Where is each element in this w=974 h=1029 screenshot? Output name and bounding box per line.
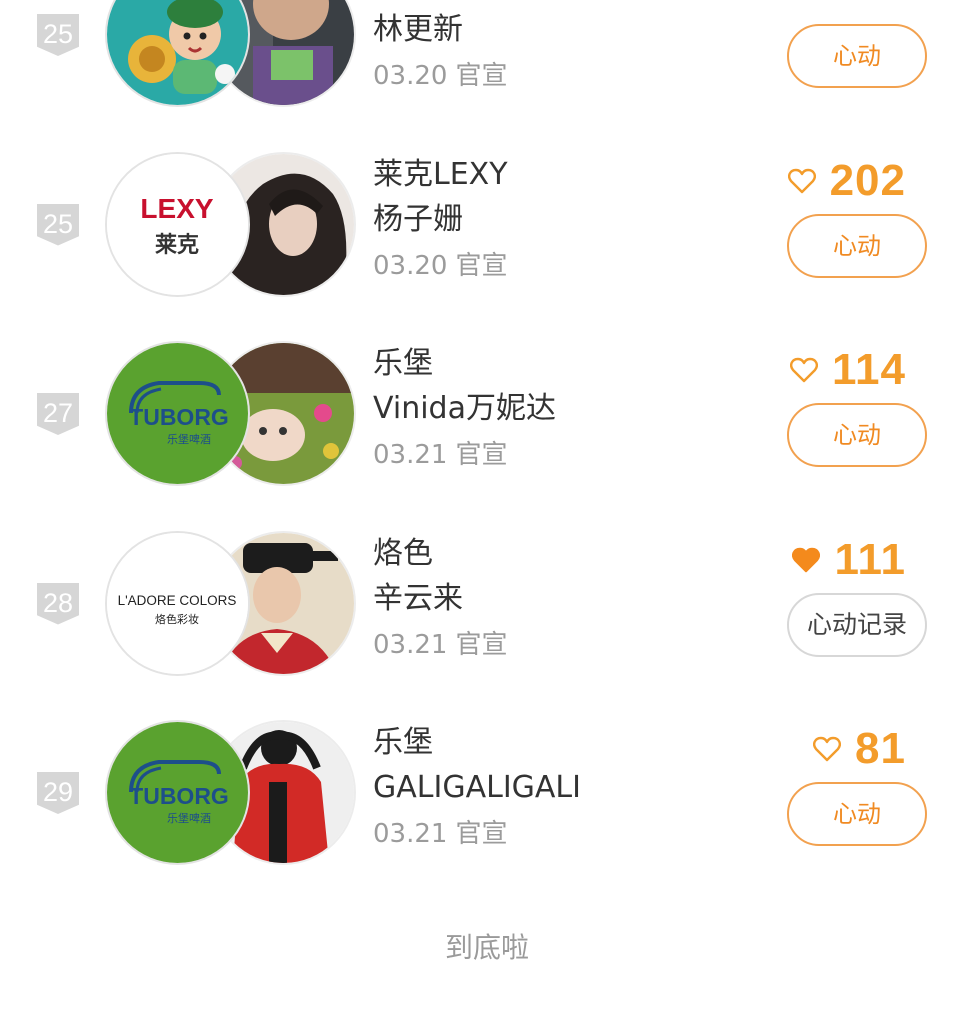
rank-badge: 25: [37, 203, 79, 246]
end-of-list-text: 到底啦: [444, 931, 529, 964]
brand-logo-avatar[interactable]: [105, 0, 250, 107]
brand-name: 莱克LEXY: [373, 156, 508, 192]
announce-tag: 官宣: [455, 629, 508, 660]
announce-meta: 03.21 官宣: [373, 814, 733, 854]
heart-outline-icon: [787, 168, 816, 193]
like-counter: 81: [813, 724, 906, 774]
announce-date: 03.20: [373, 250, 448, 281]
star-name: 林更新: [373, 12, 463, 47]
star-name: GALIGALIGALI: [373, 770, 581, 805]
ranking-list: 25 林更新 03.20 官宣 心动 25 LEXY 莱克 莱克LEXY 杨子姗…: [0, 0, 974, 910]
brand-logo-avatar[interactable]: L'ADORE COLORS 烙色彩妆: [105, 530, 250, 676]
star-name: 杨子姗: [373, 201, 463, 237]
heart-button[interactable]: 心动: [787, 213, 927, 278]
lexy-logo-cn: 莱克: [155, 232, 199, 258]
ladore-logo-cn: 烙色彩妆: [155, 612, 199, 626]
heart-outline-icon: [813, 736, 842, 762]
announce-date: 03.20: [373, 61, 448, 91]
heart-button[interactable]: 心动: [787, 782, 927, 846]
item-info: 乐堡 GALIGALIGALI 03.21 官宣: [373, 720, 733, 854]
announce-date: 03.21: [373, 440, 448, 470]
brand-name: 烙色: [373, 535, 433, 571]
item-info: 烙色 辛云来 03.21 官宣: [373, 531, 733, 665]
brand-name: 乐堡: [373, 725, 433, 760]
avatar-pair[interactable]: LEXY 莱克: [105, 151, 356, 297]
rank-badge: 25: [37, 14, 79, 56]
tuborg-logo-text: TUBORG: [129, 783, 229, 809]
brand-logo-avatar[interactable]: TUBORG 乐堡啤酒: [105, 720, 250, 865]
avatar-pair[interactable]: L'ADORE COLORS 烙色彩妆: [105, 530, 356, 676]
brand-logo-avatar[interactable]: TUBORG 乐堡啤酒: [105, 341, 250, 486]
ladore-colors-logo: L'ADORE COLORS 烙色彩妆: [107, 532, 248, 674]
like-counter: 202: [787, 155, 906, 206]
star-name: 辛云来: [373, 580, 463, 616]
like-count: 202: [829, 155, 906, 205]
star-name: Vinida万妮达: [373, 391, 556, 426]
list-item[interactable]: 27 TUBORG 乐堡啤酒 乐堡 Vinida万妮达 03.21 官宣 114…: [0, 341, 974, 531]
like-counter: 114: [790, 345, 906, 395]
announce-meta: 03.21 官宣: [373, 625, 733, 665]
list-item[interactable]: 29 TUBORG 乐堡啤酒 乐堡 GALIGALIGALI 03.21 官宣 …: [0, 720, 974, 910]
list-item[interactable]: 25 LEXY 莱克 莱克LEXY 杨子姗 03.20 官宣 202 心动: [0, 151, 974, 342]
announce-meta: 03.20 官宣: [373, 56, 733, 96]
avatar-pair[interactable]: [105, 0, 356, 107]
list-item[interactable]: 25 林更新 03.20 官宣 心动: [0, 0, 974, 152]
tuborg-logo-text: TUBORG: [129, 404, 229, 430]
announce-meta: 03.21 官宣: [373, 435, 733, 475]
tuborg-logo: TUBORG 乐堡啤酒: [107, 722, 248, 863]
heart-button[interactable]: 心动: [787, 24, 927, 88]
rank-badge: 29: [37, 772, 79, 814]
heart-button[interactable]: 心动: [787, 403, 927, 467]
heart-record-button[interactable]: 心动记录: [787, 592, 927, 657]
tuborg-logo: TUBORG 乐堡啤酒: [107, 343, 248, 484]
brand-name: [373, 0, 733, 7]
like-counter: 111: [792, 535, 906, 585]
tuborg-logo-cn: 乐堡啤酒: [167, 811, 211, 825]
cartoon-kid-logo: [107, 0, 248, 105]
ladore-logo-text: L'ADORE COLORS: [118, 593, 237, 608]
list-item[interactable]: 28 L'ADORE COLORS 烙色彩妆 烙色 辛云来 03.21 官宣 1…: [0, 530, 974, 721]
like-count: 111: [834, 534, 906, 584]
lexy-logo-text: LEXY: [140, 193, 213, 224]
announce-date: 03.21: [373, 629, 448, 660]
announce-tag: 官宣: [455, 61, 508, 91]
brand-name: 乐堡: [373, 346, 433, 381]
announce-tag: 官宣: [455, 440, 508, 470]
like-count: 81: [855, 724, 906, 773]
rank-badge: 27: [37, 393, 79, 435]
rank-badge: 28: [37, 582, 79, 625]
announce-tag: 官宣: [455, 819, 508, 849]
like-count: 114: [832, 345, 906, 394]
announce-meta: 03.20 官宣: [373, 246, 733, 286]
brand-logo-avatar[interactable]: LEXY 莱克: [105, 151, 250, 297]
heart-filled-icon: [792, 547, 821, 572]
item-info: 莱克LEXY 杨子姗 03.20 官宣: [373, 152, 733, 286]
item-info: 乐堡 Vinida万妮达 03.21 官宣: [373, 341, 733, 475]
tuborg-logo-cn: 乐堡啤酒: [167, 432, 211, 446]
avatar-pair[interactable]: TUBORG 乐堡啤酒: [105, 720, 356, 865]
avatar-pair[interactable]: TUBORG 乐堡啤酒: [105, 341, 356, 486]
announce-date: 03.21: [373, 819, 448, 849]
lexy-logo: LEXY 莱克: [107, 153, 248, 295]
announce-tag: 官宣: [455, 250, 508, 281]
heart-outline-icon: [790, 357, 818, 383]
item-info: 林更新 03.20 官宣: [373, 0, 733, 96]
